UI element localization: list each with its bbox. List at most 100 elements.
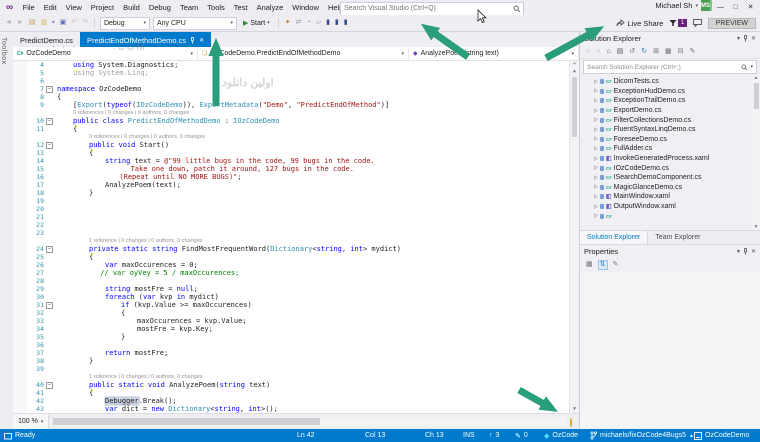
code-line[interactable]: 16(Repeat until NO MORE BUGS)"; (13, 173, 579, 181)
quick-launch-search[interactable] (340, 2, 524, 16)
code-line[interactable]: 27// var oyVey = 5 / maxOccurences; (13, 269, 579, 277)
breakpoint-margin[interactable] (13, 277, 27, 285)
se-properties-icon[interactable]: ✎ (688, 47, 696, 57)
code-line[interactable]: 38} (13, 357, 579, 365)
tree-item[interactable]: ▷C#ForeseeDemo.cs (580, 135, 760, 145)
tree-item[interactable]: ▷C#ExceptionHudDemo.cs (580, 87, 760, 97)
breakpoint-margin[interactable] (13, 125, 27, 133)
breakpoint-margin[interactable] (13, 373, 27, 381)
code-line[interactable]: 31–if (kvp.Value >= maxOccurences) (13, 301, 579, 309)
close-icon[interactable]: ✕ (751, 248, 756, 255)
code-line[interactable]: 37return mostFre; (13, 349, 579, 357)
close-icon[interactable]: ✕ (751, 35, 756, 42)
breakpoint-margin[interactable] (13, 197, 27, 205)
breakpoint-margin[interactable] (13, 341, 27, 349)
fold-margin[interactable] (44, 149, 55, 157)
attach-process-icon[interactable]: ⇄ (295, 18, 303, 28)
code-line[interactable]: 29string mostFre = null; (13, 285, 579, 293)
tree-item[interactable]: ▷◧InvokeGeneratedProcess.xaml (580, 154, 760, 164)
tab-solution-explorer[interactable]: Solution Explorer (580, 231, 648, 244)
menu-item-test[interactable]: Test (229, 0, 252, 15)
nav-backward-icon[interactable]: ◄ (4, 18, 13, 28)
fold-margin[interactable] (44, 349, 55, 357)
fold-margin[interactable] (44, 213, 55, 221)
live-share-button[interactable]: Live Share (616, 19, 664, 28)
se-show-all-files-icon[interactable]: ▦ (664, 47, 673, 57)
fold-margin[interactable] (44, 229, 55, 237)
fold-margin[interactable]: – (44, 117, 55, 125)
menu-item-build[interactable]: Build (119, 0, 145, 15)
expand-arrow-icon[interactable]: ▷ (594, 165, 598, 171)
fold-collapse-button[interactable]: – (46, 382, 53, 389)
fold-margin[interactable] (44, 357, 55, 365)
bookmark-prev-icon[interactable]: ▮ (334, 18, 340, 28)
pin-icon[interactable] (743, 35, 748, 42)
expand-arrow-icon[interactable]: ▷ (594, 146, 598, 152)
fold-margin[interactable] (44, 253, 55, 261)
type-dropdown[interactable]: ❏ OzCodeDemo.PredictEndOfMethodDemo ▾ (198, 47, 409, 60)
se-pending-changes-icon[interactable]: ↺ (628, 47, 636, 57)
breakpoint-margin[interactable] (13, 317, 27, 325)
tree-item[interactable]: ▷C#DicomTests.cs (580, 77, 760, 87)
minimize-button[interactable]: — (713, 0, 728, 14)
fold-collapse-button[interactable]: – (46, 118, 53, 125)
fold-collapse-button[interactable]: – (46, 246, 53, 253)
save-icon[interactable]: ▪ (51, 18, 55, 28)
breakpoint-margin[interactable] (13, 221, 27, 229)
se-home-icon[interactable]: ⌂ (605, 47, 611, 57)
status-line[interactable]: Ln 42 (297, 429, 315, 442)
menu-item-project[interactable]: Project (86, 0, 118, 15)
status-pending-edits[interactable]: ✎ 0 (515, 429, 528, 442)
pin-icon[interactable] (743, 248, 748, 255)
fold-margin[interactable] (44, 285, 55, 293)
scroll-down-icon[interactable]: ▼ (752, 224, 760, 230)
codelens-indicator[interactable]: 0 references | 0 changes | 0 authors, 0 … (55, 133, 205, 141)
tab-team-explorer[interactable]: Team Explorer (648, 231, 707, 244)
fold-margin[interactable] (44, 237, 55, 245)
code-line[interactable]: 26var maxOccurences = 0; (13, 261, 579, 269)
breakpoint-margin[interactable] (13, 325, 27, 333)
code-line[interactable]: 43var dict = new Dictionary<string, int>… (13, 405, 579, 413)
breakpoint-margin[interactable] (13, 309, 27, 317)
fold-margin[interactable] (44, 365, 55, 373)
new-project-icon[interactable]: ▤ (28, 18, 37, 28)
se-preview-icon[interactable]: ⊞ (652, 47, 660, 57)
tree-item[interactable]: ▷C#MagicGlanceDemo.cs (580, 183, 760, 193)
code-surface[interactable]: 4using System.Diagnostics;5using System.… (13, 61, 579, 413)
props-categorized-icon[interactable]: ▦ (585, 260, 594, 270)
fold-margin[interactable] (44, 261, 55, 269)
code-line[interactable]: 22 (13, 221, 579, 229)
fold-margin[interactable]: – (44, 381, 55, 389)
tree-item[interactable]: ▷C#FluentSyntaxLinqDemo.cs (580, 125, 760, 135)
fold-margin[interactable] (44, 69, 55, 77)
tree-item[interactable]: ▷C#FullAdder.cs (580, 144, 760, 154)
breakpoint-margin[interactable] (13, 205, 27, 213)
fold-margin[interactable] (44, 325, 55, 333)
se-collapse-all-icon[interactable]: ⊟ (677, 47, 685, 57)
code-line[interactable]: 42Debugger.Break(); (13, 397, 579, 405)
menu-item-window[interactable]: Window (288, 0, 324, 15)
undo-icon[interactable]: ↶ (70, 18, 78, 28)
fold-margin[interactable]: – (44, 301, 55, 309)
code-line[interactable]: 5using System.Linq; (13, 69, 579, 77)
solution-explorer-search[interactable]: Search Solution Explorer (Ctrl+;) ▾ (583, 60, 757, 74)
expand-arrow-icon[interactable]: ▷ (594, 194, 598, 200)
se-forward-icon[interactable]: ○ (595, 47, 601, 57)
fold-collapse-button[interactable]: – (46, 302, 53, 309)
breakpoint-margin[interactable] (13, 389, 27, 397)
fold-margin[interactable] (44, 405, 55, 413)
expand-arrow-icon[interactable]: ▷ (594, 88, 598, 94)
breakpoint-margin[interactable] (13, 365, 27, 373)
code-line[interactable]: 15Take one down, patch it around, 127 bu… (13, 165, 579, 173)
code-line[interactable]: 25{ (13, 253, 579, 261)
open-file-icon[interactable]: ▥ (40, 18, 49, 28)
breakpoint-margin[interactable] (13, 61, 27, 69)
search-input[interactable] (341, 5, 513, 12)
status-pending-pushes[interactable]: ↑ 3 (489, 429, 499, 442)
expand-arrow-icon[interactable]: ▷ (594, 98, 598, 104)
code-line[interactable]: 40–public static void AnalyzePoem(string… (13, 381, 579, 389)
expand-arrow-icon[interactable]: ▷ (594, 127, 598, 133)
breakpoint-margin[interactable] (13, 333, 27, 341)
status-insert-mode[interactable]: INS (463, 429, 475, 442)
fold-margin[interactable] (44, 397, 55, 405)
